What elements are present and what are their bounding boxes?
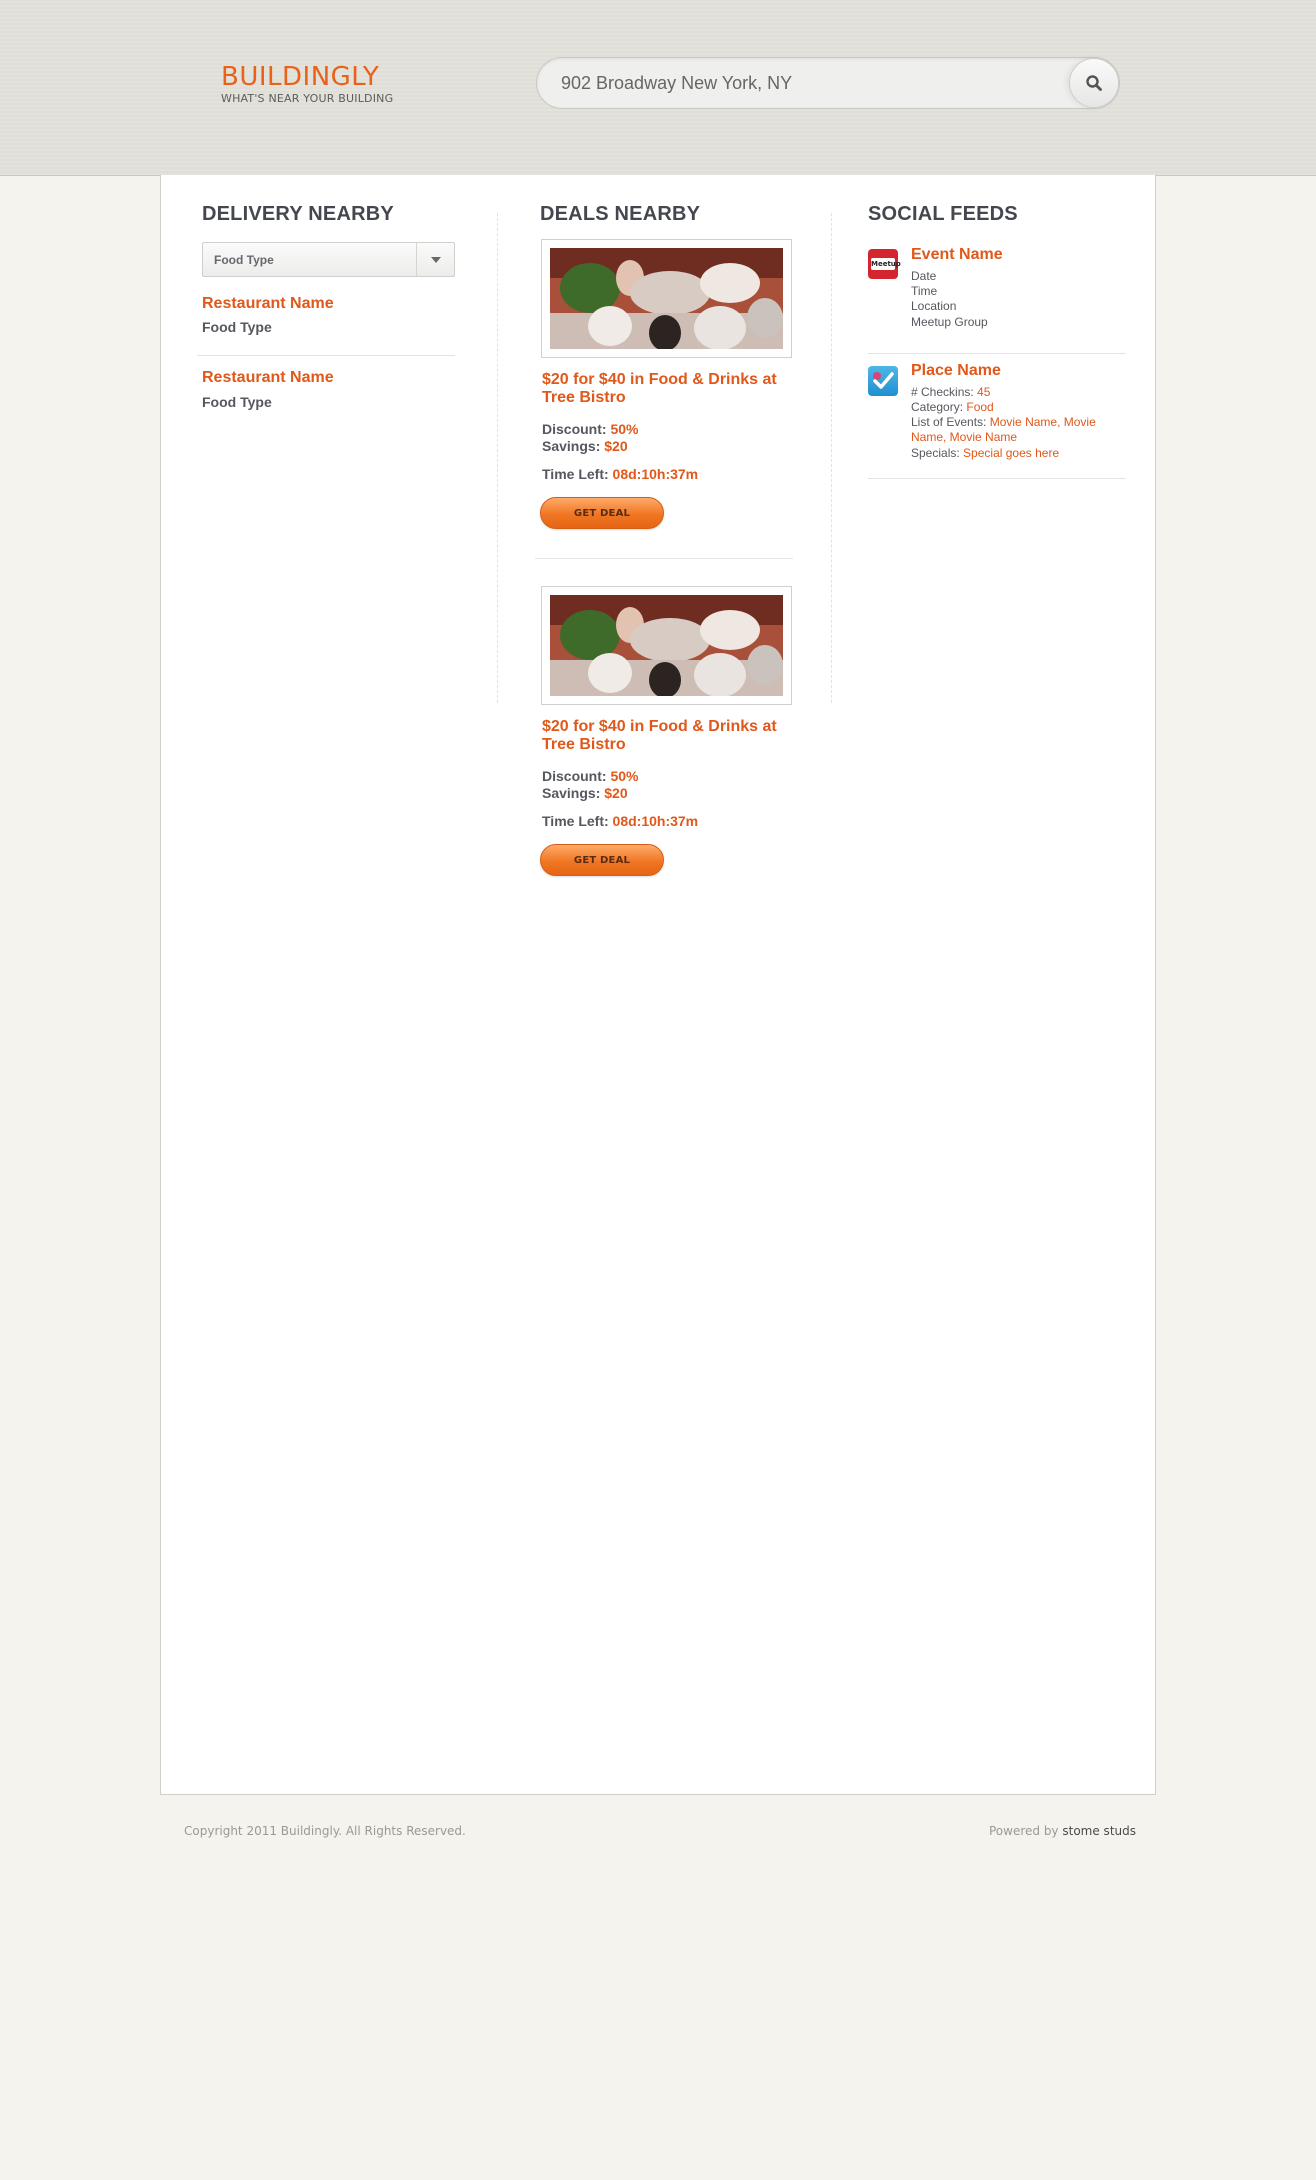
deal-photo <box>550 595 783 696</box>
search-icon <box>1086 75 1102 91</box>
specials-value[interactable]: Special goes here <box>963 446 1059 460</box>
social-title: SOCIAL FEEDS <box>868 203 1018 225</box>
savings-value: $20 <box>604 438 628 454</box>
deal-savings: Savings: $20 <box>542 785 628 801</box>
deal-savings: Savings: $20 <box>542 438 628 454</box>
search-button[interactable] <box>1069 58 1119 108</box>
address-search-input[interactable] <box>561 58 1041 108</box>
column-divider <box>831 213 832 703</box>
event-date: Date <box>911 269 937 283</box>
meetup-icon: Meetup <box>868 249 901 279</box>
divider <box>868 478 1126 479</box>
time-left-value: 08d:10h:37m <box>612 466 699 482</box>
site-header: BUILDINGLY WHAT'S NEAR YOUR BUILDING <box>0 0 1316 176</box>
place-specials: Specials: Special goes here <box>911 446 1126 461</box>
time-left-label: Time Left: <box>542 813 609 829</box>
savings-label: Savings: <box>542 438 601 454</box>
get-deal-button[interactable]: GET DEAL <box>540 497 664 529</box>
logo-title[interactable]: BUILDINGLY <box>221 62 393 92</box>
place-category: Category: Food <box>911 400 1126 415</box>
restaurant-food-type: Food Type <box>202 319 272 335</box>
savings-label: Savings: <box>542 785 601 801</box>
deal-photo-art <box>550 595 783 696</box>
food-type-select[interactable]: Food Type <box>202 242 455 277</box>
deal-title[interactable]: $20 for $40 in Food & Drinks at Tree Bis… <box>542 718 782 754</box>
deal-time-left: Time Left: 08d:10h:37m <box>542 813 698 829</box>
restaurant-name[interactable]: Restaurant Name <box>202 369 334 387</box>
deals-title: DEALS NEARBY <box>540 203 701 225</box>
event-location: Location <box>911 299 957 313</box>
deal-discount: Discount: 50% <box>542 421 638 437</box>
discount-label: Discount: <box>542 768 607 784</box>
foursquare-icon <box>868 366 898 396</box>
logo[interactable]: BUILDINGLY WHAT'S NEAR YOUR BUILDING <box>221 62 393 106</box>
deal-photo-art <box>550 248 783 349</box>
deal-discount: Discount: 50% <box>542 768 638 784</box>
checkins-value: 45 <box>977 385 991 399</box>
checkins-label: # Checkins: <box>911 385 974 399</box>
divider <box>868 353 1126 354</box>
restaurant-food-type: Food Type <box>202 394 272 410</box>
divider <box>197 355 455 356</box>
divider <box>535 558 793 559</box>
time-left-value: 08d:10h:37m <box>612 813 699 829</box>
dropdown-button[interactable] <box>416 243 454 276</box>
event-time: Time <box>911 284 938 298</box>
deal-time-left: Time Left: 08d:10h:37m <box>542 466 698 482</box>
deal-image[interactable] <box>541 239 792 358</box>
place-name[interactable]: Place Name <box>911 362 1001 380</box>
restaurant-name[interactable]: Restaurant Name <box>202 295 334 313</box>
place-checkins: # Checkins: 45 <box>911 385 1126 400</box>
discount-value: 50% <box>610 768 639 784</box>
chevron-down-icon <box>430 256 441 263</box>
event-group: Meetup Group <box>911 315 988 329</box>
powered-by-label: Powered by <box>988 1824 1059 1838</box>
deal-photo <box>550 248 783 349</box>
logo-tagline: WHAT'S NEAR YOUR BUILDING <box>221 92 394 105</box>
food-type-select-label: Food Type <box>214 253 274 267</box>
column-divider <box>497 213 498 703</box>
discount-value: 50% <box>610 421 639 437</box>
specials-label: Specials: <box>911 446 960 460</box>
delivery-title: DELIVERY NEARBY <box>202 203 394 225</box>
category-value[interactable]: Food <box>966 400 993 414</box>
get-deal-button[interactable]: GET DEAL <box>540 844 664 876</box>
deal-title[interactable]: $20 for $40 in Food & Drinks at Tree Bis… <box>542 371 782 407</box>
meetup-icon-label: Meetup <box>871 258 901 270</box>
copyright: Copyright 2011 Buildingly. All Rights Re… <box>184 1824 466 1838</box>
main-panel: DELIVERY NEARBY Food Type Restaurant Nam… <box>160 175 1156 1795</box>
savings-value: $20 <box>604 785 628 801</box>
checkmark-icon <box>873 372 894 389</box>
place-events: List of Events: Movie Name, Movie Name, … <box>911 415 1126 445</box>
deal-image[interactable] <box>541 586 792 705</box>
category-label: Category: <box>911 400 964 414</box>
time-left-label: Time Left: <box>542 466 609 482</box>
powered-by-brand[interactable]: stome studs <box>1062 1824 1136 1838</box>
discount-label: Discount: <box>542 421 607 437</box>
search-bar <box>536 57 1120 109</box>
event-name[interactable]: Event Name <box>911 246 1003 264</box>
powered-by: Powered by stome studs <box>989 1824 1136 1838</box>
events-label: List of Events: <box>911 415 987 429</box>
